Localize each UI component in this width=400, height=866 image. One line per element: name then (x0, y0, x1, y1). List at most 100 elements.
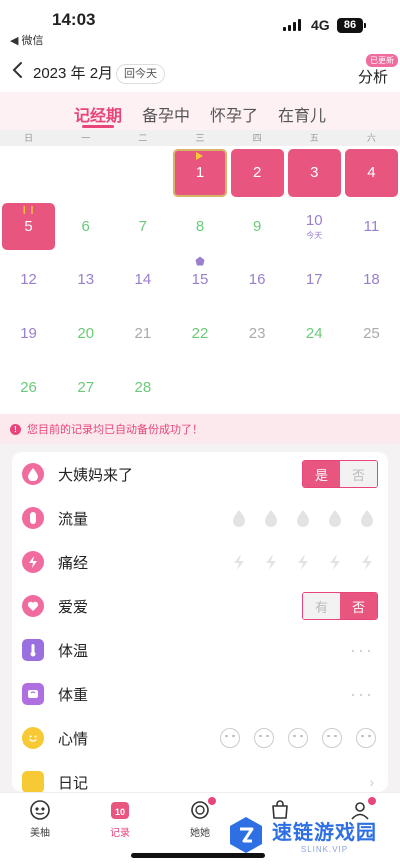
more-icon[interactable]: ··· (350, 684, 374, 705)
calendar-day[interactable]: ❙❙ 5 (0, 200, 57, 254)
calendar-day-number: 27 (77, 378, 95, 396)
thermometer-icon (22, 639, 44, 661)
calendar-day[interactable]: 6 (57, 200, 114, 254)
record-label: 痛经 (58, 554, 89, 572)
back-to-today-button[interactable]: 回今天 (116, 64, 165, 84)
calendar-day[interactable]: 13 (57, 253, 114, 307)
tab-parenting[interactable]: 在育儿 (278, 92, 326, 130)
record-panel: 大姨妈来了 是 否 流量 痛经 爱爱 有 否 体温 ··· 体重 ··· 心情 … (12, 452, 388, 792)
calendar-day[interactable]: 12 (0, 253, 57, 307)
header: 2023 年 2月 回今天 已更新 分析 (0, 48, 400, 92)
pain-bolt-icon[interactable] (294, 552, 312, 572)
record-label: 心情 (58, 730, 89, 748)
back-arrow-icon[interactable] (10, 61, 26, 79)
calendar-empty-cell (0, 146, 57, 200)
calendar-day[interactable]: 3 (286, 146, 343, 200)
calendar-day[interactable]: 10 今天 (286, 200, 343, 254)
mood-crying-icon[interactable] (356, 728, 376, 748)
flow-drop-icon[interactable] (358, 508, 376, 528)
calendar-day[interactable]: 9 (229, 200, 286, 254)
calendar-day-number: 2 (252, 164, 262, 182)
period-no-button[interactable]: 否 (340, 461, 377, 487)
weekday-label: 六 (366, 133, 376, 143)
calendar-day[interactable]: 7 (114, 200, 171, 254)
tab-pregnant[interactable]: 怀孕了 (210, 92, 258, 130)
pain-bolt-icon[interactable] (358, 552, 376, 572)
period-yes-button[interactable]: 是 (303, 461, 340, 487)
calendar-day[interactable]: 20 (57, 307, 114, 361)
calendar-10-icon: 10 (111, 802, 129, 819)
tab-trying-to-conceive[interactable]: 备孕中 (142, 92, 190, 130)
love-yes-button[interactable]: 有 (303, 593, 340, 619)
record-row-pain: 痛经 (12, 540, 388, 584)
calendar-day[interactable]: 11 (343, 200, 400, 254)
calendar-day-number: 6 (81, 217, 90, 235)
weekday-label: 一 (81, 133, 91, 143)
pain-bolt-icon[interactable] (326, 552, 344, 572)
tabbar-label: 记录 (110, 828, 130, 839)
more-icon[interactable]: ··· (350, 640, 374, 661)
mood-neutral-icon[interactable] (254, 728, 274, 748)
pain-bolt-icon[interactable] (230, 552, 248, 572)
calendar-day[interactable]: 2 (229, 146, 286, 200)
today-label: 今天 (306, 230, 323, 240)
home-icon (30, 800, 50, 820)
calendar-day[interactable]: 8 (171, 200, 228, 254)
calendar-day[interactable]: 25 (343, 307, 400, 361)
calendar-day[interactable]: 19 (0, 307, 57, 361)
calendar-day[interactable]: 26 (0, 360, 57, 414)
flow-drop-icon[interactable] (294, 508, 312, 528)
calendar-day[interactable]: 21 (114, 307, 171, 361)
ovulation-day-icon (195, 256, 205, 266)
flow-drop-icon[interactable] (326, 508, 344, 528)
calendar-day[interactable]: 18 (343, 253, 400, 307)
calendar-day[interactable]: 17 (286, 253, 343, 307)
calendar-day[interactable]: 14 (114, 253, 171, 307)
calendar-day-number: 1 (195, 164, 205, 182)
calendar-day-number: 15 (191, 271, 209, 289)
alert-icon: ! (10, 423, 21, 435)
network-type: 4G (311, 17, 330, 33)
mood-sad-icon[interactable] (322, 728, 342, 748)
love-no-button[interactable]: 否 (340, 593, 377, 619)
calendar-day[interactable]: 1 (171, 146, 228, 200)
calendar-day[interactable]: 23 (229, 307, 286, 361)
analysis-button[interactable]: 分析 (358, 66, 388, 87)
record-row-temperature[interactable]: 体温 ··· (12, 628, 388, 672)
weekday-label: 二 (138, 133, 148, 143)
mood-happy-icon[interactable] (220, 728, 240, 748)
watermark-sub: SLINK.VIP (300, 845, 349, 854)
calendar-grid: 1 2 3 4 ❙❙ 5 6 7 8 9 10 今天 11 12 13 14 15 16 17 18 19 20 21 22 2… (0, 146, 400, 414)
calendar-day[interactable]: 24 (286, 307, 343, 361)
tabbar-item-home[interactable]: 美柚 (0, 793, 80, 866)
drop-icon (22, 463, 44, 485)
record-row-diary[interactable]: 日记 › (12, 760, 388, 792)
lightning-icon (22, 551, 44, 573)
calendar-day-number: 3 (310, 164, 319, 182)
calendar-day-number: 19 (20, 325, 37, 343)
pain-bolt-icon[interactable] (262, 552, 280, 572)
sanitary-pad-icon (22, 507, 44, 529)
calendar-day[interactable]: 27 (57, 360, 114, 414)
calendar-day-number: 8 (195, 217, 205, 235)
flow-drop-icon[interactable] (262, 508, 280, 528)
notice-text: 您目前的记录均已自动备份成功了！ (27, 424, 203, 436)
calendar-day[interactable]: 4 (343, 146, 400, 200)
calendar-day-number: 21 (134, 325, 152, 343)
calendar-day-number: 13 (77, 271, 95, 289)
signal-icon (283, 19, 301, 31)
calendar-day[interactable]: 16 (229, 253, 286, 307)
svg-text:10: 10 (115, 807, 125, 817)
tab-period[interactable]: 记经期 (74, 92, 122, 130)
back-to-app-link[interactable]: ◀ 微信 (10, 32, 44, 48)
calendar-day[interactable]: 22 (171, 307, 228, 361)
mood-meh-icon[interactable] (288, 728, 308, 748)
record-row-weight[interactable]: 体重 ··· (12, 672, 388, 716)
flow-drop-icon[interactable] (230, 508, 248, 528)
calendar-day[interactable]: 15 (171, 253, 228, 307)
month-title[interactable]: 2023 年 2月 (33, 62, 113, 83)
weekday-label: 四 (252, 133, 262, 143)
calendar-day[interactable]: 28 (114, 360, 171, 414)
scale-icon (22, 683, 44, 705)
period-start-flag-icon (196, 152, 204, 160)
